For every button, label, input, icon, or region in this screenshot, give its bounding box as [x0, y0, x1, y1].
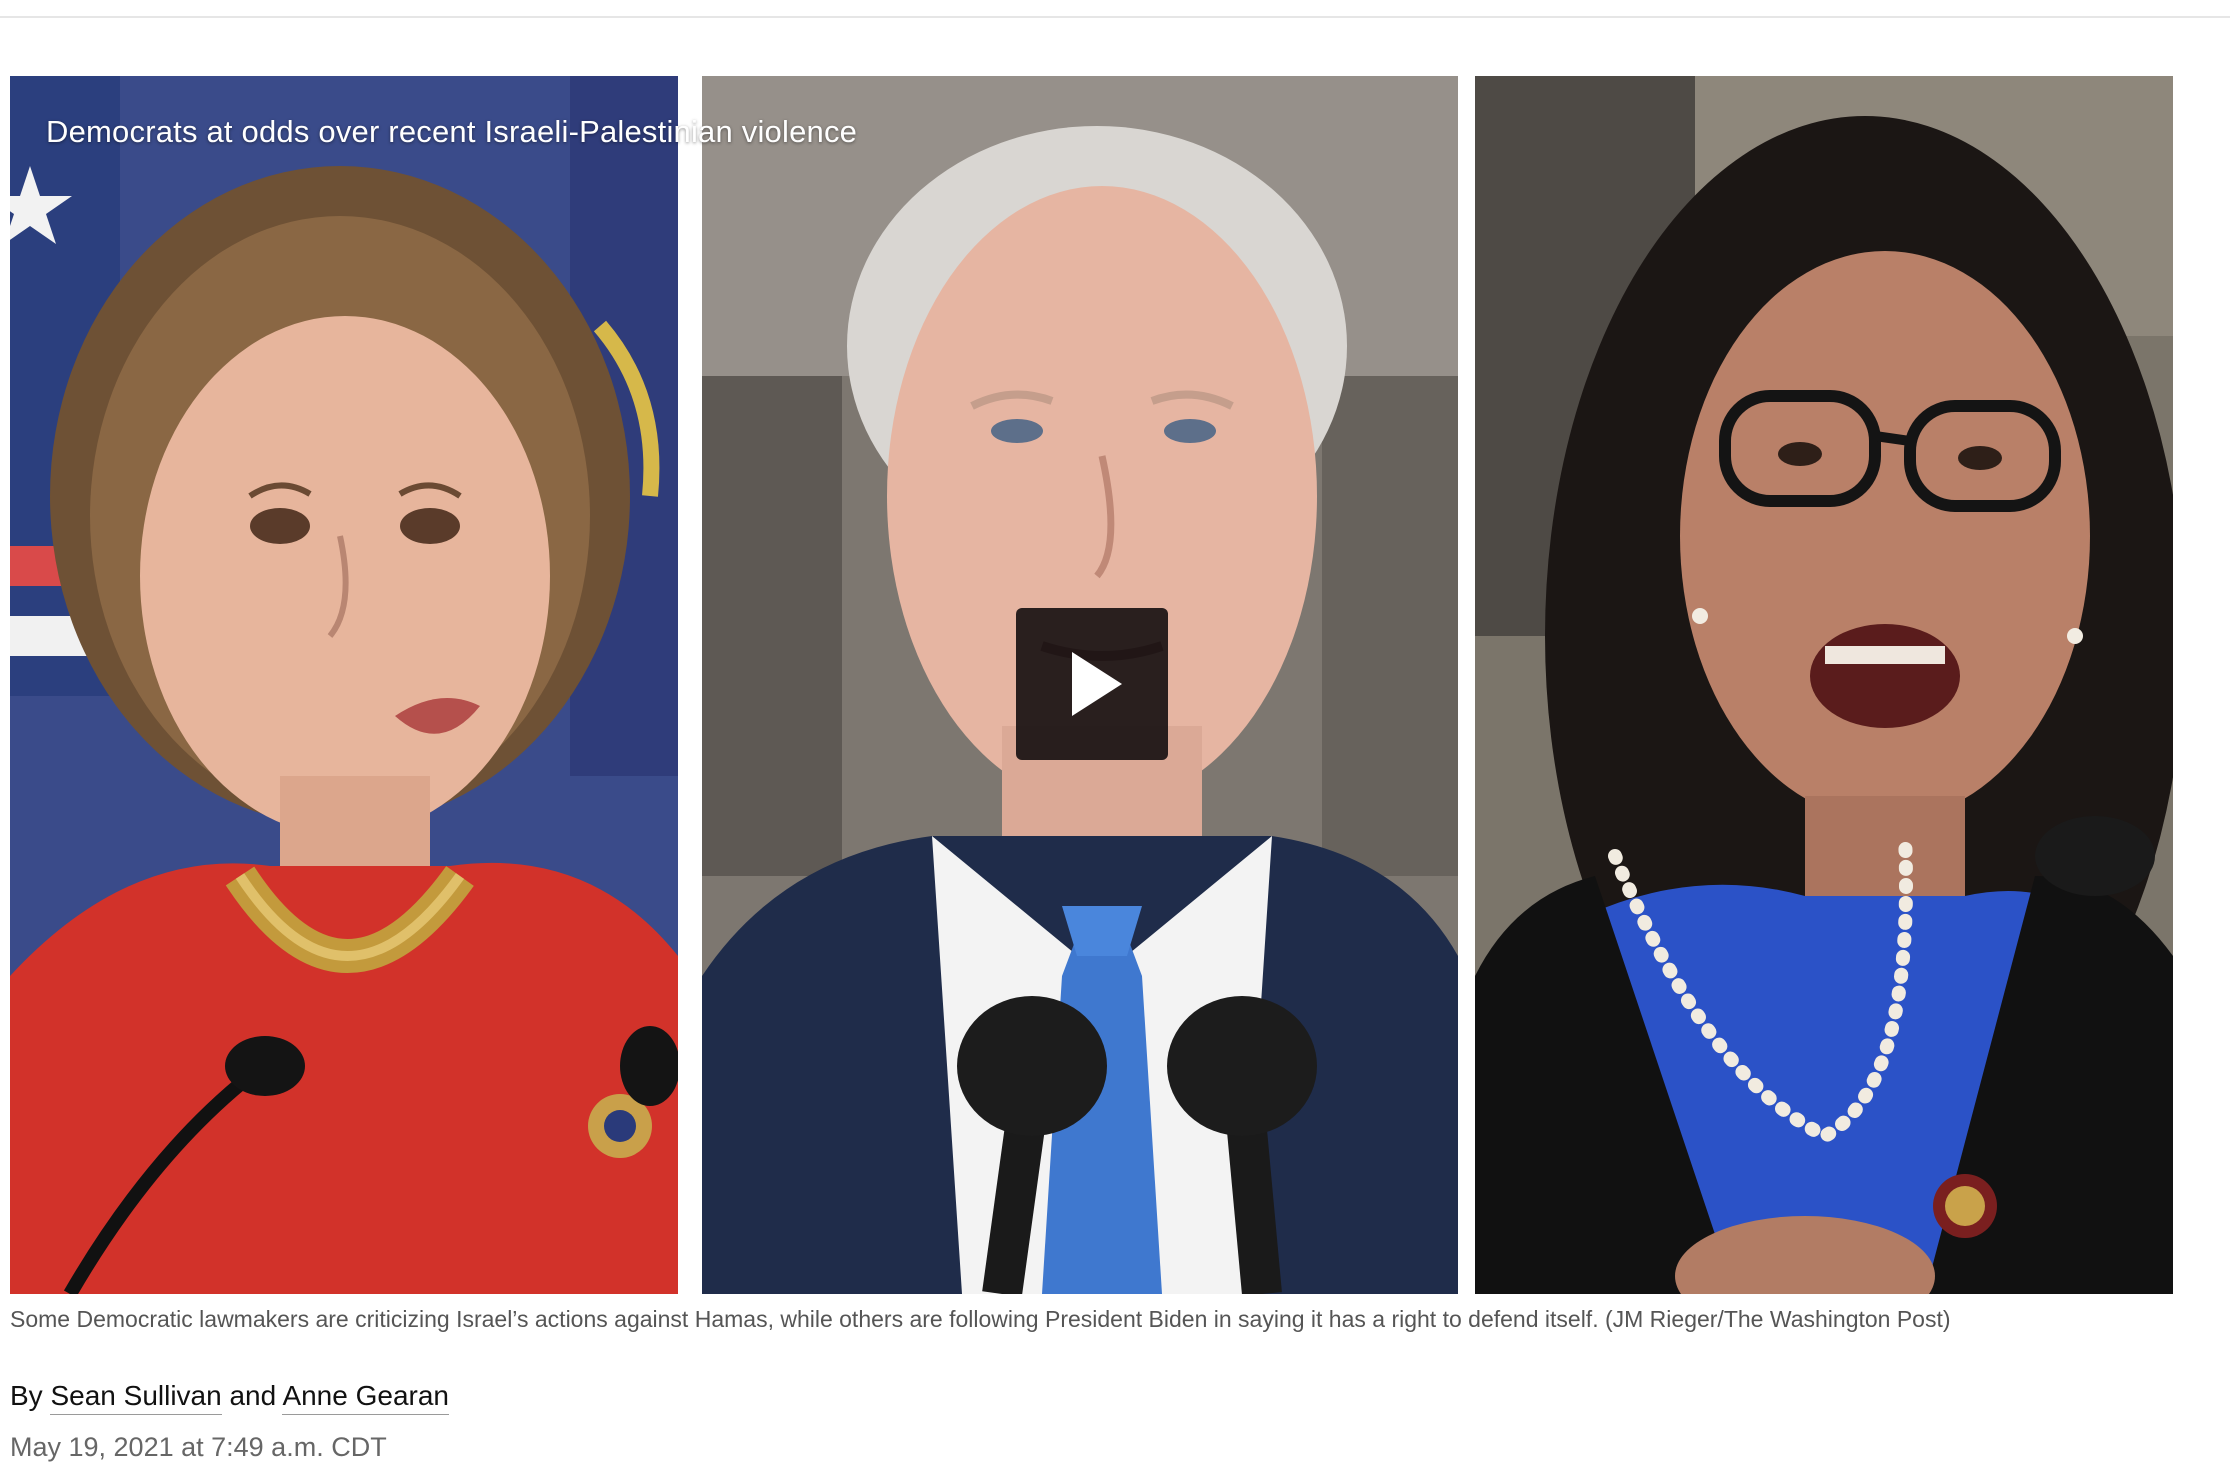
video-frame-right-panel	[1475, 76, 2173, 1294]
byline-conjunction: and	[229, 1380, 277, 1411]
video-caption: Some Democratic lawmakers are criticizin…	[10, 1306, 1951, 1332]
byline: By Sean Sullivan and Anne Gearan	[10, 1380, 450, 1415]
author-link-anne-gearan[interactable]: Anne Gearan	[282, 1380, 450, 1415]
play-icon	[1072, 652, 1122, 716]
video-player[interactable]: Democrats at odds over recent Israeli-Pa…	[10, 76, 2173, 1294]
play-button[interactable]	[1016, 608, 1168, 760]
byline-prefix: By	[10, 1380, 43, 1411]
video-frame-left-panel	[10, 76, 678, 1294]
author-link-sean-sullivan[interactable]: Sean Sullivan	[50, 1380, 222, 1415]
top-divider	[0, 16, 2230, 18]
publish-date: May 19, 2021 at 7:49 a.m. CDT	[10, 1432, 387, 1462]
video-title: Democrats at odds over recent Israeli-Pa…	[46, 114, 858, 149]
